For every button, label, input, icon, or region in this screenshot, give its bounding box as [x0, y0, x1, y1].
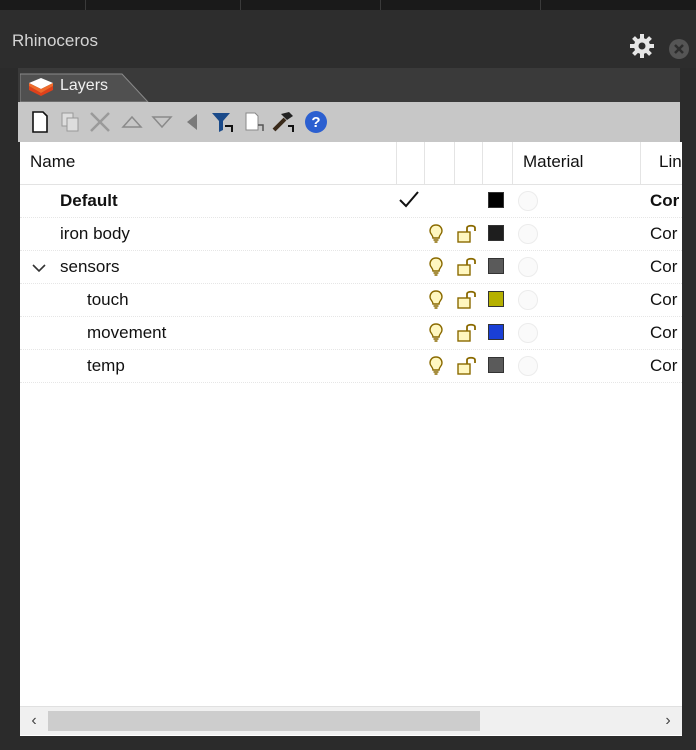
- light-bulb-icon[interactable]: [428, 355, 444, 380]
- layer-linetype: Cor: [650, 191, 680, 210]
- help-icon[interactable]: ?: [302, 108, 330, 136]
- scroll-left-arrow[interactable]: ‹: [24, 711, 44, 731]
- scrollbar-thumb[interactable]: [48, 711, 480, 731]
- chevron-down-icon[interactable]: [32, 260, 46, 278]
- close-icon[interactable]: [667, 37, 691, 61]
- copy-icon[interactable]: [240, 108, 268, 136]
- tab-label: Layers: [60, 77, 109, 94]
- delete-icon[interactable]: [86, 108, 114, 136]
- layer-color-swatch[interactable]: [488, 225, 504, 241]
- filter-icon[interactable]: [208, 108, 236, 136]
- layer-color-swatch[interactable]: [488, 192, 504, 208]
- layer-row-movement[interactable]: movement Cor: [20, 317, 682, 350]
- tools-icon[interactable]: [270, 108, 298, 136]
- layer-color-swatch[interactable]: [488, 357, 504, 373]
- top-strip: [0, 0, 696, 10]
- column-name[interactable]: Name: [30, 152, 75, 172]
- material-icon[interactable]: [518, 323, 538, 343]
- light-bulb-icon[interactable]: [428, 322, 444, 347]
- layer-color-swatch[interactable]: [488, 258, 504, 274]
- layer-name: iron body: [60, 224, 130, 243]
- layer-name: sensors: [60, 257, 120, 276]
- move-down-icon[interactable]: [148, 108, 176, 136]
- unlock-icon[interactable]: [456, 289, 478, 314]
- material-icon[interactable]: [518, 191, 538, 211]
- layer-name: Default: [60, 191, 118, 210]
- layer-color-swatch[interactable]: [488, 324, 504, 340]
- svg-text:?: ?: [311, 114, 320, 131]
- light-bulb-icon[interactable]: [428, 289, 444, 314]
- panel-titlebar: Rhinoceros: [0, 10, 696, 68]
- layer-row-iron-body[interactable]: iron body Cor: [20, 218, 682, 251]
- layer-linetype: Cor: [650, 356, 678, 375]
- layer-linetype: Cor: [650, 323, 678, 342]
- new-sublayer-icon[interactable]: [56, 108, 84, 136]
- column-material[interactable]: Material: [523, 152, 583, 172]
- unlock-icon[interactable]: [456, 256, 478, 281]
- gear-icon[interactable]: [628, 32, 656, 60]
- layer-row-temp[interactable]: temp Cor: [20, 350, 682, 383]
- layer-linetype: Cor: [650, 290, 678, 309]
- light-bulb-icon[interactable]: [428, 256, 444, 281]
- layer-row-touch[interactable]: touch Cor: [20, 284, 682, 317]
- light-bulb-icon[interactable]: [428, 223, 444, 248]
- unlock-icon[interactable]: [456, 355, 478, 380]
- layers-list-panel: Name Material Lin Default Cor iron body …: [20, 142, 682, 736]
- new-layer-icon[interactable]: [26, 108, 54, 136]
- layer-name: temp: [87, 356, 125, 375]
- unlock-icon[interactable]: [456, 223, 478, 248]
- material-icon[interactable]: [518, 257, 538, 277]
- layer-name: movement: [87, 323, 167, 342]
- column-header-row: Name Material Lin: [20, 142, 682, 185]
- window-title: Rhinoceros: [12, 31, 98, 50]
- scroll-right-arrow[interactable]: ›: [658, 711, 678, 731]
- layer-color-swatch[interactable]: [488, 291, 504, 307]
- move-to-parent-icon[interactable]: [178, 108, 206, 136]
- layer-linetype: Cor: [650, 224, 678, 243]
- layer-row-sensors[interactable]: sensors Cor: [20, 251, 682, 284]
- layer-name: touch: [87, 290, 129, 309]
- unlock-icon[interactable]: [456, 322, 478, 347]
- move-up-icon[interactable]: [118, 108, 146, 136]
- horizontal-scrollbar[interactable]: ‹ ›: [20, 706, 682, 735]
- current-layer-check-icon[interactable]: [398, 189, 420, 214]
- material-icon[interactable]: [518, 356, 538, 376]
- material-icon[interactable]: [518, 290, 538, 310]
- material-icon[interactable]: [518, 224, 538, 244]
- layer-row-default[interactable]: Default Cor: [20, 185, 682, 218]
- column-linetype[interactable]: Lin: [659, 152, 682, 172]
- layer-linetype: Cor: [650, 257, 678, 276]
- layers-toolbar: ?: [18, 102, 680, 142]
